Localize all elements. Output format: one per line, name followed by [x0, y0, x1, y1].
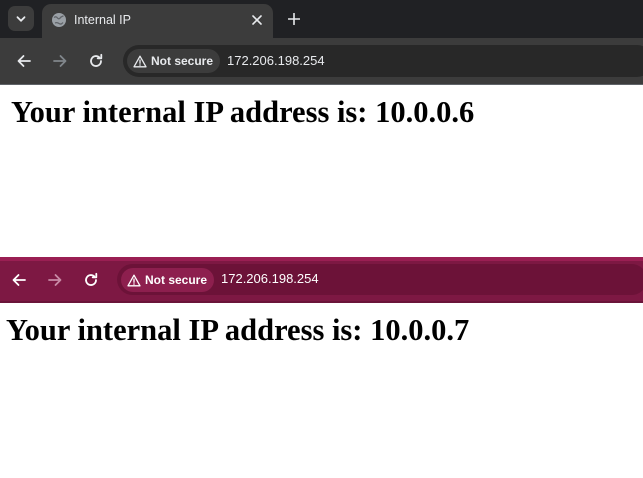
security-chip[interactable]: Not secure: [127, 49, 221, 73]
warning-triangle-icon: [133, 55, 147, 67]
close-tab-button[interactable]: [249, 12, 265, 28]
arrow-right-icon: [53, 55, 67, 67]
security-chip-label: Not secure: [145, 273, 208, 287]
security-chip[interactable]: Not secure: [121, 268, 215, 292]
page-heading: Your internal IP address is: 10.0.0.6: [11, 95, 475, 129]
chevron-down-icon: [16, 15, 26, 22]
forward-button[interactable]: [43, 268, 67, 292]
tab-strip: Internal IP: [0, 0, 643, 38]
back-button[interactable]: [12, 49, 36, 73]
toolbar-bottom-edge: [0, 301, 643, 303]
new-tab-button[interactable]: [284, 9, 304, 29]
url-text[interactable]: 172.206.198.254: [227, 53, 325, 69]
reload-button[interactable]: [84, 49, 108, 73]
back-button[interactable]: [7, 268, 31, 292]
tab-search-button[interactable]: [8, 6, 34, 31]
page-heading: Your internal IP address is: 10.0.0.7: [6, 313, 470, 347]
reload-icon: [85, 272, 98, 286]
warning-triangle-icon: [127, 274, 141, 286]
close-icon: [252, 15, 262, 25]
arrow-right-icon: [48, 274, 62, 286]
arrow-left-icon: [17, 55, 31, 67]
reload-icon: [90, 53, 103, 67]
arrow-left-icon: [12, 274, 26, 286]
tab-internal-ip[interactable]: Internal IP: [42, 4, 273, 38]
tab-title: Internal IP: [74, 13, 131, 27]
toolbar-divider: [0, 84, 643, 85]
forward-button[interactable]: [48, 49, 72, 73]
plus-icon: [288, 13, 300, 25]
url-text[interactable]: 172.206.198.254: [221, 271, 319, 287]
toolbar-top-edge: [0, 257, 643, 261]
security-chip-label: Not secure: [151, 54, 214, 68]
reload-button[interactable]: [79, 268, 103, 292]
address-bar[interactable]: Not secure 172.206.198.254: [117, 264, 643, 295]
globe-icon: [52, 13, 66, 27]
toolbar-second-window: Not secure 172.206.198.254: [0, 257, 643, 303]
address-bar[interactable]: Not secure 172.206.198.254: [123, 45, 643, 77]
toolbar: Not secure 172.206.198.254: [0, 38, 643, 84]
